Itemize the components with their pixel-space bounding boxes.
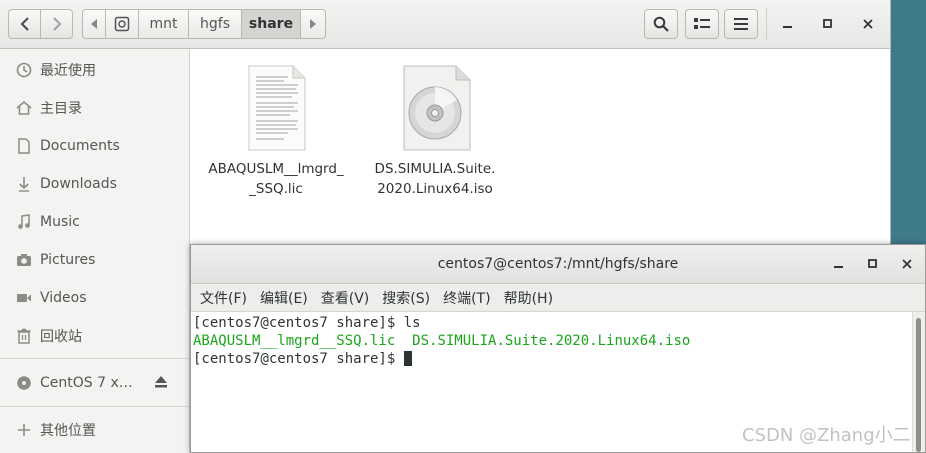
file-name: ABAQUSLM__lmgrd_ — [208, 161, 344, 177]
sidebar-item-label: Pictures — [40, 252, 96, 268]
sidebar-item-label: 主目录 — [40, 101, 82, 117]
terminal-maximize-button[interactable] — [862, 253, 884, 275]
forward-button[interactable] — [40, 9, 73, 39]
ls-entry: ABAQUSLM__lmgrd__SSQ.lic — [193, 333, 396, 349]
sidebar-item-home[interactable]: 主目录 — [0, 90, 189, 126]
terminal-scrollbar[interactable] — [912, 312, 925, 452]
camera-icon — [16, 252, 32, 268]
music-icon — [16, 214, 32, 230]
sidebar-item-label: CentOS 7 x… — [40, 375, 133, 391]
path-segment-label: mnt — [149, 16, 178, 32]
watermark: CSDN @Zhang小二 — [742, 425, 911, 446]
sidebar-item-label: Documents — [40, 138, 120, 154]
header-bar: mnt hgfs share — [0, 0, 890, 49]
sidebar-item-videos[interactable]: Videos — [0, 280, 189, 316]
maximize-button[interactable] — [817, 13, 839, 35]
path-segment-label: hgfs — [200, 16, 230, 32]
close-icon — [863, 19, 873, 29]
path-segment-share[interactable]: share — [241, 9, 301, 39]
disc-icon — [16, 375, 32, 391]
triangle-left-icon — [91, 19, 97, 29]
path-segment-hgfs[interactable]: hgfs — [188, 9, 242, 39]
header-separator — [766, 8, 767, 40]
file-item-lic[interactable]: ABAQUSLM__lmgrd_ _SSQ.lic — [196, 63, 356, 199]
minimize-icon — [834, 266, 843, 268]
file-name-continued: 2020.Linux64.iso — [377, 181, 493, 197]
search-icon — [653, 16, 669, 32]
terminal-close-button[interactable] — [896, 253, 918, 275]
terminal-prompt: [centos7@centos7 share]$ — [193, 351, 404, 367]
clock-icon — [16, 62, 32, 78]
sidebar-item-downloads[interactable]: Downloads — [0, 166, 189, 202]
terminal-minimize-button[interactable] — [828, 253, 850, 275]
path-root-button[interactable] — [105, 9, 139, 39]
file-name: DS.SIMULIA.Suite. — [374, 161, 496, 177]
menu-view[interactable]: 查看(V) — [321, 288, 370, 308]
video-icon — [16, 290, 32, 306]
path-segment-mnt[interactable]: mnt — [138, 9, 189, 39]
close-button[interactable] — [857, 13, 879, 35]
maximize-icon — [823, 19, 832, 28]
chevron-right-icon — [52, 17, 61, 31]
path-scroll-right-button[interactable] — [300, 9, 326, 39]
text-file-icon — [248, 65, 306, 151]
home-icon — [16, 100, 32, 116]
sidebar-separator — [0, 358, 189, 359]
file-item-iso[interactable]: DS.SIMULIA.Suite. 2020.Linux64.iso — [355, 63, 515, 199]
sidebar-item-label: Music — [40, 214, 80, 230]
file-name-continued: _SSQ.lic — [249, 181, 303, 197]
menu-button[interactable] — [724, 9, 758, 39]
sidebar-item-music[interactable]: Music — [0, 204, 189, 240]
sidebar-item-device-centos[interactable]: CentOS 7 x… — [0, 365, 189, 401]
view-mode-button[interactable] — [685, 9, 719, 39]
sidebar-item-recent[interactable]: 最近使用 — [0, 52, 189, 88]
terminal-line: [centos7@centos7 share]$ ls — [193, 315, 421, 331]
minimize-button[interactable] — [777, 13, 799, 35]
maximize-icon — [868, 259, 877, 268]
terminal-menu-bar: 文件(F) 编辑(E) 查看(V) 搜索(S) 终端(T) 帮助(H) — [191, 284, 925, 312]
trash-icon — [16, 328, 32, 344]
sidebar-item-label: 回收站 — [40, 329, 82, 345]
back-button[interactable] — [8, 9, 41, 39]
menu-file[interactable]: 文件(F) — [200, 288, 247, 308]
eject-icon[interactable] — [154, 375, 168, 393]
minimize-icon — [783, 26, 792, 28]
menu-help[interactable]: 帮助(H) — [504, 288, 553, 308]
sidebar-item-documents[interactable]: Documents — [0, 128, 189, 164]
terminal-title: centos7@centos7:/mnt/hgfs/share — [437, 256, 679, 272]
terminal-line-ls-output: ABAQUSLM__lmgrd__SSQ.lic DS.SIMULIA.Suit… — [193, 332, 690, 350]
sidebar-item-label: 其他位置 — [40, 423, 96, 439]
sidebar-item-label: Videos — [40, 290, 87, 306]
list-view-icon — [694, 18, 710, 29]
ls-entry: DS.SIMULIA.Suite.2020.Linux64.iso — [412, 333, 691, 349]
download-icon — [16, 176, 32, 192]
sidebar-item-label: Downloads — [40, 176, 117, 192]
path-scroll-left-button[interactable] — [82, 9, 106, 39]
menu-edit[interactable]: 编辑(E) — [260, 288, 308, 308]
sidebar-item-trash[interactable]: 回收站 — [0, 318, 189, 354]
path-segment-label: share — [248, 16, 294, 32]
disc-image-icon — [403, 65, 471, 151]
search-button[interactable] — [644, 9, 678, 39]
triangle-right-icon — [310, 19, 316, 29]
close-icon — [902, 259, 912, 269]
document-icon — [16, 138, 32, 154]
sidebar-item-pictures[interactable]: Pictures — [0, 242, 189, 278]
terminal-prompt-line: [centos7@centos7 share]$ — [193, 350, 412, 368]
sidebar-item-label: 最近使用 — [40, 63, 96, 79]
terminal-cursor — [403, 351, 412, 366]
menu-terminal[interactable]: 终端(T) — [443, 288, 490, 308]
plus-icon — [16, 422, 32, 438]
terminal-title-bar: centos7@centos7:/mnt/hgfs/share — [191, 245, 925, 284]
hamburger-icon — [734, 18, 748, 30]
drive-icon — [114, 16, 130, 32]
sidebar-separator — [0, 406, 189, 407]
chevron-left-icon — [20, 17, 29, 31]
sidebar: 最近使用 主目录 Documents Downloads Music Pictu… — [0, 49, 190, 453]
scrollbar-thumb[interactable] — [916, 318, 921, 452]
menu-search[interactable]: 搜索(S) — [382, 288, 430, 308]
sidebar-item-other-locations[interactable]: 其他位置 — [0, 412, 189, 448]
